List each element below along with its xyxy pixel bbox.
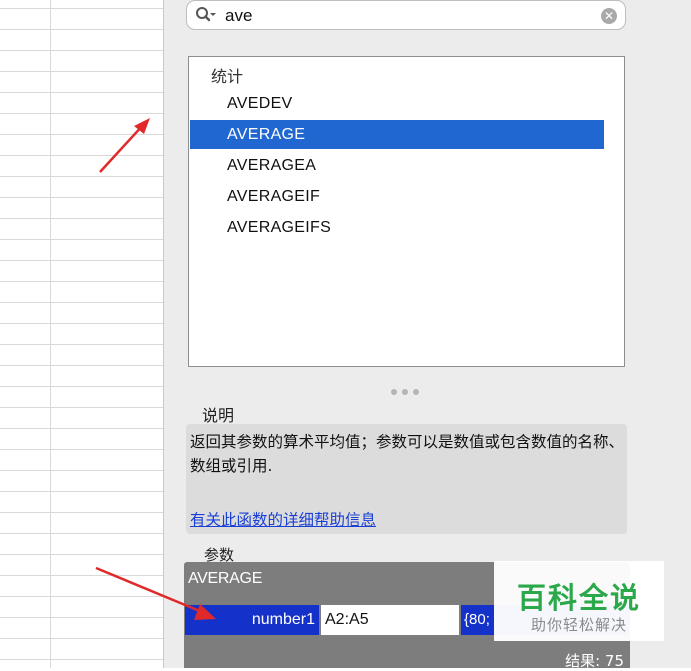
list-item-averageifs[interactable]: AVERAGEIFS — [190, 213, 604, 242]
list-item-average[interactable]: AVERAGE — [190, 120, 604, 149]
category-label: 统计 — [211, 67, 244, 86]
argument-input[interactable] — [321, 605, 459, 635]
function-list[interactable]: 统计 AVEDEV AVERAGE AVERAGEA AVERAGEIF AVE… — [188, 56, 625, 367]
annotation-arrow-icon — [99, 118, 150, 173]
list-item-avedev[interactable]: AVEDEV — [190, 89, 604, 118]
search-input[interactable] — [225, 5, 585, 27]
annotation-arrow-icon — [95, 566, 216, 620]
list-item-averagea[interactable]: AVERAGEA — [190, 151, 604, 180]
search-icon[interactable] — [195, 6, 217, 26]
resize-handle[interactable] — [391, 382, 431, 395]
description-box: 返回其参数的算术平均值；参数可以是数值或包含数值的名称、数组或引用. 有关此函数… — [186, 424, 627, 534]
help-link[interactable]: 有关此函数的详细帮助信息 — [190, 508, 376, 530]
clear-icon[interactable]: ✕ — [601, 8, 617, 24]
watermark-subtitle: 助你轻松解决 — [530, 616, 627, 634]
watermark-title: 百科全说 — [516, 581, 641, 615]
list-item-averageif[interactable]: AVERAGEIF — [190, 182, 604, 211]
description-text: 返回其参数的算术平均值；参数可以是数值或包含数值的名称、数组或引用. — [190, 433, 625, 475]
function-search-box[interactable]: ✕ — [186, 0, 626, 30]
description-heading: 说明 — [202, 406, 235, 425]
watermark-logo: 百科全说 助你轻松解决 — [494, 561, 664, 641]
dot-icon — [402, 389, 408, 395]
dot-icon — [391, 389, 397, 395]
dot-icon — [413, 389, 419, 395]
